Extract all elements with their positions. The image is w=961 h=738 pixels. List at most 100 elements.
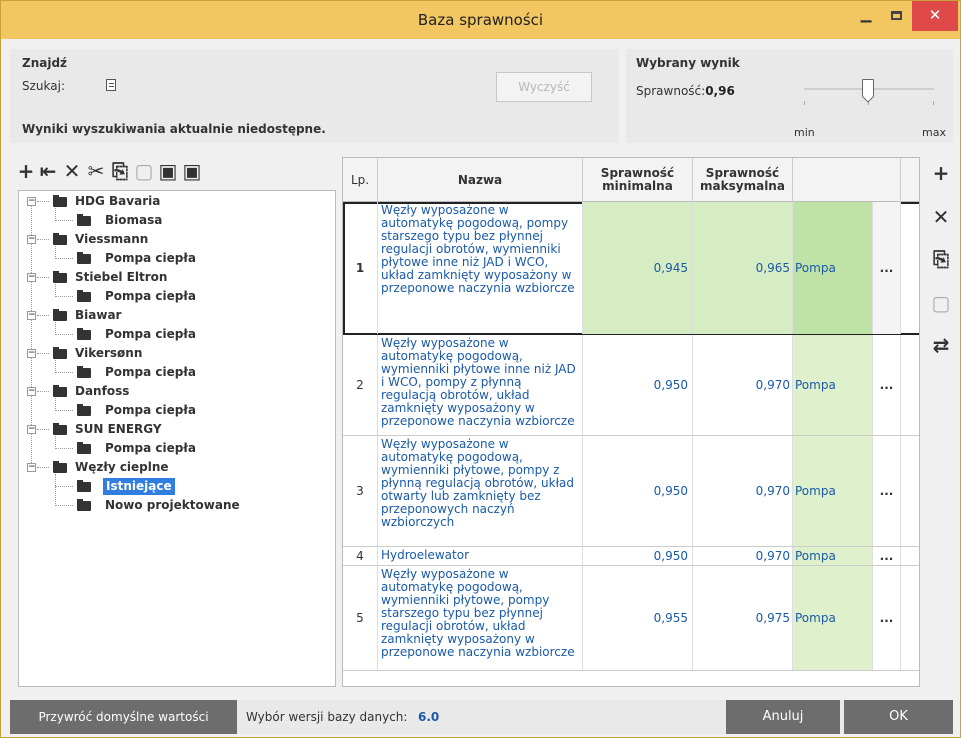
collapse-icon[interactable]: −	[27, 387, 36, 396]
folder-icon	[53, 195, 67, 207]
efficiency-table[interactable]: Lp. Nazwa Sprawność minimalna Sprawność …	[342, 157, 920, 687]
tree-connector	[55, 220, 73, 221]
cut-icon[interactable]: ✂	[85, 159, 107, 185]
tree-node-pompa-ciepla[interactable]: Pompa ciepła	[55, 402, 325, 419]
row-name[interactable]: Węzły wyposażone w automatykę pogodową, …	[378, 436, 583, 546]
minimize-button[interactable]: ▁	[850, 1, 882, 31]
row-min-efficiency[interactable]: 0,950	[583, 436, 693, 546]
tree-node-biawar[interactable]: − Biawar	[27, 307, 327, 324]
row-min-efficiency[interactable]: 0,945	[583, 202, 693, 334]
row-more-button[interactable]: ...	[873, 335, 901, 435]
table-row[interactable]: 5 Węzły wyposażone w automatykę pogodową…	[343, 566, 919, 671]
row-type[interactable]: Pompa	[793, 566, 873, 670]
collapse-icon[interactable]: −	[27, 197, 36, 206]
row-type[interactable]: Pompa	[793, 335, 873, 435]
row-min-efficiency[interactable]: 0,950	[583, 547, 693, 565]
tree-node-biomasa[interactable]: Biomasa	[55, 212, 325, 229]
collapse-icon[interactable]: −	[27, 463, 36, 472]
add-icon[interactable]: +	[929, 161, 953, 187]
tree-node-sun-energy[interactable]: − SUN ENERGY	[27, 421, 327, 438]
row-max-efficiency[interactable]: 0,975	[693, 566, 793, 670]
tree-node-vikersonn[interactable]: − Vikersønn	[27, 345, 327, 362]
maximize-button[interactable]	[880, 1, 912, 31]
document-icon[interactable]	[106, 79, 116, 91]
clear-button[interactable]: Wyczyść	[496, 72, 592, 102]
tree-node-pompa-ciepla[interactable]: Pompa ciepła	[55, 326, 325, 343]
delete-icon[interactable]: ✕	[61, 159, 83, 185]
tree-node-pompa-ciepla[interactable]: Pompa ciepła	[55, 250, 325, 267]
column-header-min[interactable]: Sprawność minimalna	[583, 158, 693, 202]
folder-icon	[53, 347, 67, 359]
tree-node-pompa-ciepla[interactable]: Pompa ciepła	[55, 364, 325, 381]
ok-button[interactable]: OK	[844, 700, 953, 734]
tree-node-pompa-ciepla[interactable]: Pompa ciepła	[55, 288, 325, 305]
row-type[interactable]: Pompa	[793, 436, 873, 546]
search-label: Szukaj:	[22, 79, 65, 93]
collapse-icon[interactable]: −	[27, 349, 36, 358]
row-more-button[interactable]: ...	[873, 202, 901, 334]
row-name[interactable]: Hydroelewator	[378, 547, 583, 565]
save-as-icon[interactable]: ▣	[181, 159, 203, 185]
selected-result-panel: Wybrany wynik Sprawność:0,96 min max	[626, 49, 953, 143]
tree-node-wezly-cieplne[interactable]: − Węzły cieplne	[27, 459, 327, 476]
manufacturer-tree[interactable]: − HDG Bavaria Biomasa − Viessmann Pompa …	[18, 190, 336, 687]
collapse-icon[interactable]: −	[27, 311, 36, 320]
tree-connector	[55, 486, 73, 487]
row-type[interactable]: Pompa	[793, 547, 873, 565]
save-icon[interactable]: ▣	[157, 159, 179, 185]
bottom-bar: Przywróć domyślne wartości Wybór wersji …	[10, 700, 953, 734]
row-min-efficiency[interactable]: 0,955	[583, 566, 693, 670]
database-version-value[interactable]: 6.0	[418, 710, 439, 724]
delete-icon[interactable]: ✕	[929, 205, 953, 231]
paste-icon[interactable]: ▢	[133, 159, 155, 185]
tree-toolbar: + ⇤ ✕ ✂ ⎘ ▢ ▣ ▣	[15, 159, 335, 189]
column-header-name[interactable]: Nazwa	[378, 158, 583, 202]
cancel-button[interactable]: Anuluj	[726, 700, 840, 734]
row-more-button[interactable]: ...	[873, 436, 901, 546]
add-icon[interactable]: +	[15, 159, 37, 185]
row-max-efficiency[interactable]: 0,965	[693, 202, 793, 334]
add-child-icon[interactable]: ⇤	[37, 159, 59, 185]
row-name[interactable]: Węzły wyposażone w automatykę pogodową, …	[378, 202, 583, 334]
tree-connector	[37, 467, 49, 468]
row-name[interactable]: Węzły wyposażone w automatykę pogodową, …	[378, 566, 583, 670]
column-header-max[interactable]: Sprawność maksymalna	[693, 158, 793, 202]
copy-icon[interactable]: ⎘	[929, 247, 953, 273]
row-more-button[interactable]: ...	[873, 547, 901, 565]
tree-node-hdg-bavaria[interactable]: − HDG Bavaria	[27, 193, 327, 210]
folder-icon	[77, 442, 91, 454]
paste-icon[interactable]: ▢	[929, 291, 953, 317]
tree-node-label: SUN ENERGY	[75, 422, 162, 436]
column-header-lp[interactable]: Lp.	[343, 158, 378, 202]
tree-node-viessmann[interactable]: − Viessmann	[27, 231, 327, 248]
row-name[interactable]: Węzły wyposażone w automatykę pogodową, …	[378, 335, 583, 435]
tree-node-label: HDG Bavaria	[75, 194, 161, 208]
collapse-icon[interactable]: −	[27, 235, 36, 244]
tree-node-danfoss[interactable]: − Danfoss	[27, 383, 327, 400]
tree-connector	[37, 277, 49, 278]
row-max-efficiency[interactable]: 0,970	[693, 547, 793, 565]
collapse-icon[interactable]: −	[27, 425, 36, 434]
row-type[interactable]: Pompa	[793, 202, 873, 334]
table-row[interactable]: 4 Hydroelewator 0,950 0,970 Pompa ...	[343, 547, 919, 566]
tree-node-istniejace[interactable]: Istniejące	[55, 478, 325, 495]
tree-connector	[55, 410, 73, 411]
copy-icon[interactable]: ⎘	[109, 159, 131, 185]
row-max-efficiency[interactable]: 0,970	[693, 335, 793, 435]
close-button[interactable]: ✕	[912, 1, 958, 31]
collapse-icon[interactable]: −	[27, 273, 36, 282]
restore-defaults-button[interactable]: Przywróć domyślne wartości	[10, 700, 237, 734]
tree-node-pompa-ciepla[interactable]: Pompa ciepła	[55, 440, 325, 457]
table-row[interactable]: 3 Węzły wyposażone w automatykę pogodową…	[343, 436, 919, 547]
tree-node-label: Pompa ciepła	[105, 441, 196, 455]
row-min-efficiency[interactable]: 0,950	[583, 335, 693, 435]
table-row[interactable]: 1 Węzły wyposażone w automatykę pogodową…	[343, 202, 919, 335]
refresh-icon[interactable]: ⇄	[929, 333, 953, 359]
table-row[interactable]: 2 Węzły wyposażone w automatykę pogodową…	[343, 335, 919, 436]
tree-node-nowo-projektowane[interactable]: Nowo projektowane	[55, 497, 325, 514]
tree-node-stiebel-eltron[interactable]: − Stiebel Eltron	[27, 269, 327, 286]
efficiency-slider-thumb[interactable]	[862, 79, 874, 97]
folder-icon	[77, 499, 91, 511]
row-more-button[interactable]: ...	[873, 566, 901, 670]
row-max-efficiency[interactable]: 0,970	[693, 436, 793, 546]
